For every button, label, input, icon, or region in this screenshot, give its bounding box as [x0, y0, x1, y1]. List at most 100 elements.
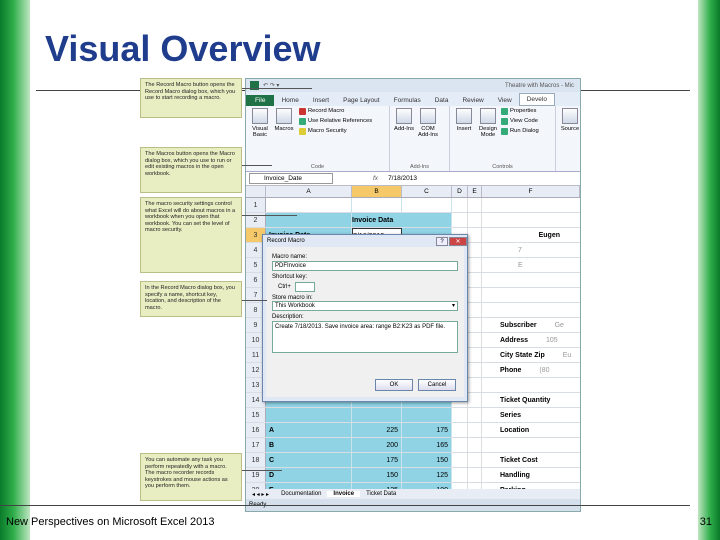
- cell-e[interactable]: [468, 438, 482, 452]
- cell-f[interactable]: Subscriber Ge: [482, 318, 580, 332]
- relative-references-button[interactable]: Use Relative References: [299, 118, 372, 125]
- cell-f[interactable]: 7: [482, 243, 580, 257]
- cancel-button[interactable]: Cancel: [418, 379, 456, 391]
- cell-f[interactable]: [482, 438, 580, 452]
- macro-security-button[interactable]: Macro Security: [299, 128, 372, 135]
- tab-home[interactable]: Home: [274, 95, 305, 106]
- cell-f[interactable]: City State Zip Eu: [482, 348, 580, 362]
- macro-name-input[interactable]: PDFInvoice: [272, 261, 458, 271]
- cell-f[interactable]: [482, 198, 580, 212]
- tab-formulas[interactable]: Formulas: [387, 95, 428, 106]
- cell-b[interactable]: [352, 408, 402, 422]
- cell-f[interactable]: Address 105: [482, 333, 580, 347]
- cell-f[interactable]: [482, 213, 580, 227]
- cell-f[interactable]: Ticket Cost: [482, 453, 580, 467]
- select-all-corner[interactable]: [246, 186, 266, 197]
- row-header[interactable]: 18: [246, 453, 266, 467]
- cell-e[interactable]: [468, 318, 482, 332]
- store-macro-select[interactable]: This Workbook: [272, 301, 458, 311]
- tab-data[interactable]: Data: [428, 95, 456, 106]
- shortcut-key-input[interactable]: [294, 282, 315, 292]
- cell-e[interactable]: [468, 468, 482, 482]
- insert-control-button[interactable]: Insert: [453, 108, 475, 138]
- cell-e[interactable]: [468, 243, 482, 257]
- tab-page-layout[interactable]: Page Layout: [336, 95, 387, 106]
- column-header[interactable]: A: [266, 186, 352, 197]
- addins-button[interactable]: Add-Ins: [393, 108, 415, 138]
- cell-f[interactable]: Phone (80: [482, 363, 580, 377]
- cell-e[interactable]: [468, 378, 482, 392]
- column-header[interactable]: C: [402, 186, 452, 197]
- tab-developer[interactable]: Develo: [518, 93, 555, 106]
- macros-button[interactable]: Macros: [273, 108, 295, 138]
- cell-f[interactable]: [482, 303, 580, 317]
- cell-c[interactable]: [402, 198, 452, 212]
- formula-input[interactable]: 7/18/2013: [388, 175, 417, 182]
- cell-d[interactable]: [452, 408, 468, 422]
- row-header[interactable]: 1: [246, 198, 266, 212]
- column-header[interactable]: D: [452, 186, 468, 197]
- cell-f[interactable]: Handling: [482, 468, 580, 482]
- row-header[interactable]: 17: [246, 438, 266, 452]
- cell-f[interactable]: Ticket Quantity: [482, 393, 580, 407]
- cell-a[interactable]: C: [266, 453, 352, 467]
- cell-d[interactable]: [452, 438, 468, 452]
- cell-e[interactable]: [468, 213, 482, 227]
- ok-button[interactable]: OK: [375, 379, 413, 391]
- cell-e[interactable]: [468, 333, 482, 347]
- column-header[interactable]: F: [482, 186, 580, 197]
- cell-f[interactable]: [482, 273, 580, 287]
- fx-icon[interactable]: fx: [373, 175, 378, 182]
- cell-a[interactable]: B: [266, 438, 352, 452]
- cell-e[interactable]: [468, 228, 482, 242]
- cell-e[interactable]: [468, 288, 482, 302]
- cell-d[interactable]: [452, 213, 468, 227]
- sheet-tab-documentation[interactable]: Documentation: [275, 491, 327, 497]
- visual-basic-button[interactable]: Visual Basic: [249, 108, 271, 138]
- cell-c[interactable]: 125: [402, 468, 452, 482]
- description-input[interactable]: Create 7/18/2013. Save invoice area: ran…: [272, 321, 458, 353]
- cell-b[interactable]: 175: [352, 453, 402, 467]
- cell-e[interactable]: [468, 423, 482, 437]
- close-icon[interactable]: ✕: [449, 236, 467, 246]
- column-header[interactable]: B: [352, 186, 402, 197]
- cell-f[interactable]: E: [482, 258, 580, 272]
- row-header[interactable]: 15: [246, 408, 266, 422]
- sheet-nav-icon[interactable]: ◂ ◂ ▸ ▸: [246, 491, 275, 498]
- record-macro-button[interactable]: Record Macro: [299, 108, 372, 115]
- sheet-tab-invoice[interactable]: Invoice: [327, 491, 361, 497]
- cell-f[interactable]: Eugen: [482, 228, 580, 242]
- cell-d[interactable]: [452, 198, 468, 212]
- cell-a[interactable]: [266, 198, 352, 212]
- source-button[interactable]: Source: [559, 108, 580, 132]
- cell-d[interactable]: [452, 468, 468, 482]
- run-dialog-button[interactable]: Run Dialog: [501, 128, 539, 135]
- cell-b[interactable]: [352, 198, 402, 212]
- tab-file[interactable]: File: [246, 95, 275, 106]
- column-header[interactable]: E: [468, 186, 482, 197]
- cell-e[interactable]: [468, 348, 482, 362]
- design-mode-button[interactable]: Design Mode: [477, 108, 499, 138]
- cell-e[interactable]: [468, 258, 482, 272]
- view-code-button[interactable]: View Code: [501, 118, 539, 125]
- cell-c[interactable]: [402, 408, 452, 422]
- cell-e[interactable]: [468, 363, 482, 377]
- name-box[interactable]: Invoice_Date: [249, 173, 333, 184]
- tab-review[interactable]: Review: [455, 95, 490, 106]
- cell-b[interactable]: Invoice Data: [352, 213, 452, 227]
- cell-e[interactable]: [468, 408, 482, 422]
- cell-a[interactable]: [266, 408, 352, 422]
- cell-f[interactable]: [482, 288, 580, 302]
- cell-b[interactable]: 225: [352, 423, 402, 437]
- cell-e[interactable]: [468, 303, 482, 317]
- cell-c[interactable]: 175: [402, 423, 452, 437]
- help-icon[interactable]: ?: [436, 236, 448, 246]
- cell-b[interactable]: 200: [352, 438, 402, 452]
- cell-f[interactable]: [482, 378, 580, 392]
- cell-c[interactable]: 165: [402, 438, 452, 452]
- tab-insert[interactable]: Insert: [306, 95, 336, 106]
- cell-f[interactable]: Location: [482, 423, 580, 437]
- properties-button[interactable]: Properties: [501, 108, 539, 115]
- row-header[interactable]: 16: [246, 423, 266, 437]
- cell-e[interactable]: [468, 453, 482, 467]
